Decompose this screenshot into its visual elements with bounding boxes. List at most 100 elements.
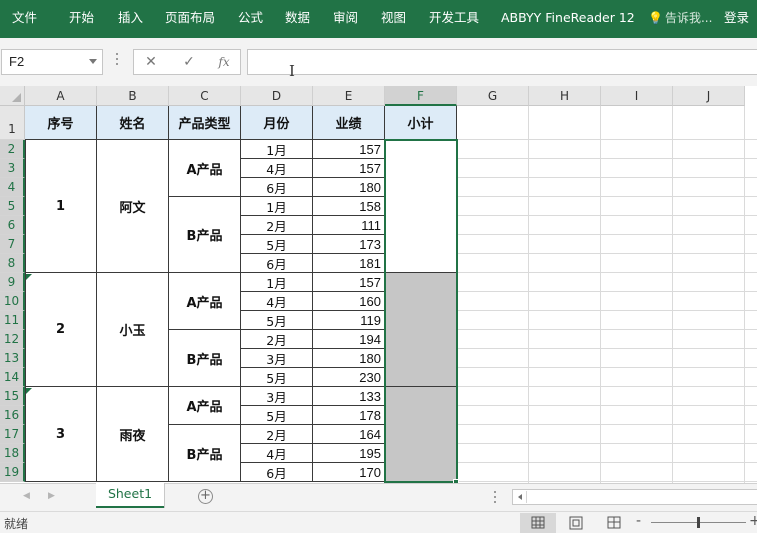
product-type-cell[interactable]: B产品 (169, 425, 241, 482)
sales-cell[interactable]: 158 (313, 197, 385, 216)
header-cell-f[interactable]: 小计 (385, 106, 457, 140)
tab-split-handle[interactable] (494, 491, 496, 506)
sales-cell[interactable]: 180 (313, 349, 385, 368)
product-type-cell[interactable]: B产品 (169, 330, 241, 387)
month-cell[interactable]: 6月 (241, 254, 313, 273)
month-cell[interactable]: 1月 (241, 273, 313, 292)
row-header-19[interactable]: 19 (0, 463, 25, 482)
product-type-cell[interactable]: A产品 (169, 140, 241, 197)
sales-cell[interactable]: 119 (313, 311, 385, 330)
column-header-b[interactable]: B (97, 86, 169, 106)
column-header-g[interactable]: G (457, 86, 529, 106)
month-cell[interactable]: 4月 (241, 292, 313, 311)
row-header-14[interactable]: 14 (0, 368, 25, 387)
sheet-next-icon[interactable]: ▶ (48, 491, 55, 501)
row-header-15[interactable]: 15 (0, 387, 25, 406)
month-cell[interactable]: 6月 (241, 178, 313, 197)
sales-cell[interactable]: 173 (313, 235, 385, 254)
name-cell[interactable]: 小玉 (97, 273, 169, 387)
tab-view[interactable]: 视图 (381, 10, 406, 26)
month-cell[interactable]: 3月 (241, 387, 313, 406)
zoom-in-icon[interactable]: + (749, 513, 757, 529)
enter-icon[interactable]: ✓ (178, 53, 200, 71)
page-layout-view-button[interactable] (558, 513, 594, 533)
worksheet-grid[interactable]: A B C D E F G H I J 1 2 3 4 5 6 7 8 9 10 11 12 13 14 15 16 17 18 19 序… (0, 86, 757, 483)
sales-cell[interactable]: 180 (313, 178, 385, 197)
tab-review[interactable]: 审阅 (333, 10, 358, 26)
tab-insert[interactable]: 插入 (118, 10, 143, 26)
subtotal-cell[interactable] (385, 140, 457, 273)
tab-file[interactable]: 文件 (12, 10, 37, 26)
cancel-icon[interactable]: ✕ (140, 53, 162, 71)
sales-cell[interactable]: 160 (313, 292, 385, 311)
row-header-9[interactable]: 9 (0, 273, 25, 292)
tab-formulas[interactable]: 公式 (238, 10, 263, 26)
subtotal-cell[interactable] (385, 273, 457, 387)
month-cell[interactable]: 5月 (241, 368, 313, 387)
month-cell[interactable]: 5月 (241, 406, 313, 425)
column-header-a[interactable]: A (25, 86, 97, 106)
row-header-8[interactable]: 8 (0, 254, 25, 273)
sheet-tab-sheet1[interactable]: Sheet1 (96, 483, 164, 508)
name-cell[interactable]: 阿文 (97, 140, 169, 273)
sales-cell[interactable]: 164 (313, 425, 385, 444)
tab-abbyy[interactable]: ABBYY FineReader 12 (501, 10, 635, 26)
header-cell-b[interactable]: 姓名 (97, 106, 169, 140)
row-header-17[interactable]: 17 (0, 425, 25, 444)
add-sheet-icon[interactable]: + (198, 489, 213, 504)
column-header-e[interactable]: E (313, 86, 385, 106)
subtotal-cell[interactable] (385, 387, 457, 482)
row-header-1[interactable]: 1 (0, 106, 25, 140)
tab-developer[interactable]: 开发工具 (429, 10, 479, 26)
sales-cell[interactable]: 133 (313, 387, 385, 406)
login-link[interactable]: 登录 (724, 10, 749, 26)
product-type-cell[interactable]: A产品 (169, 273, 241, 330)
column-header-i[interactable]: I (601, 86, 673, 106)
row-header-4[interactable]: 4 (0, 178, 25, 197)
horizontal-scrollbar[interactable] (512, 489, 757, 505)
header-cell-d[interactable]: 月份 (241, 106, 313, 140)
product-type-cell[interactable]: A产品 (169, 387, 241, 425)
month-cell[interactable]: 4月 (241, 444, 313, 463)
name-cell[interactable]: 雨夜 (97, 387, 169, 482)
sales-cell[interactable]: 157 (313, 273, 385, 292)
sales-cell[interactable]: 230 (313, 368, 385, 387)
row-header-3[interactable]: 3 (0, 159, 25, 178)
resize-handle[interactable] (116, 53, 118, 67)
row-header-5[interactable]: 5 (0, 197, 25, 216)
sales-cell[interactable]: 178 (313, 406, 385, 425)
tab-page-layout[interactable]: 页面布局 (165, 10, 215, 26)
chevron-down-icon[interactable] (89, 59, 97, 64)
row-header-2[interactable]: 2 (0, 140, 25, 159)
month-cell[interactable]: 5月 (241, 311, 313, 330)
month-cell[interactable]: 1月 (241, 197, 313, 216)
month-cell[interactable]: 2月 (241, 330, 313, 349)
row-header-18[interactable]: 18 (0, 444, 25, 463)
sales-cell[interactable]: 157 (313, 140, 385, 159)
month-cell[interactable]: 3月 (241, 349, 313, 368)
tab-home[interactable]: 开始 (69, 10, 94, 26)
column-header-d[interactable]: D (241, 86, 313, 106)
row-header-16[interactable]: 16 (0, 406, 25, 425)
product-type-cell[interactable]: B产品 (169, 197, 241, 273)
month-cell[interactable]: 4月 (241, 159, 313, 178)
select-all-corner[interactable] (0, 86, 25, 106)
month-cell[interactable]: 2月 (241, 216, 313, 235)
row-header-10[interactable]: 10 (0, 292, 25, 311)
page-break-view-button[interactable] (596, 513, 632, 533)
scroll-left-icon[interactable] (514, 491, 527, 503)
zoom-out-icon[interactable]: - (636, 513, 641, 529)
insert-function-icon[interactable]: fx (213, 53, 235, 71)
header-cell-c[interactable]: 产品类型 (169, 106, 241, 140)
header-cell-a[interactable]: 序号 (25, 106, 97, 140)
column-header-f[interactable]: F (385, 86, 457, 106)
column-header-c[interactable]: C (169, 86, 241, 106)
serial-number-cell[interactable]: 1 (25, 140, 97, 273)
sales-cell[interactable]: 170 (313, 463, 385, 482)
sales-cell[interactable]: 194 (313, 330, 385, 349)
month-cell[interactable]: 1月 (241, 140, 313, 159)
row-header-11[interactable]: 11 (0, 311, 25, 330)
column-header-j[interactable]: J (673, 86, 745, 106)
name-box[interactable]: F2 (1, 49, 103, 75)
sales-cell[interactable]: 111 (313, 216, 385, 235)
